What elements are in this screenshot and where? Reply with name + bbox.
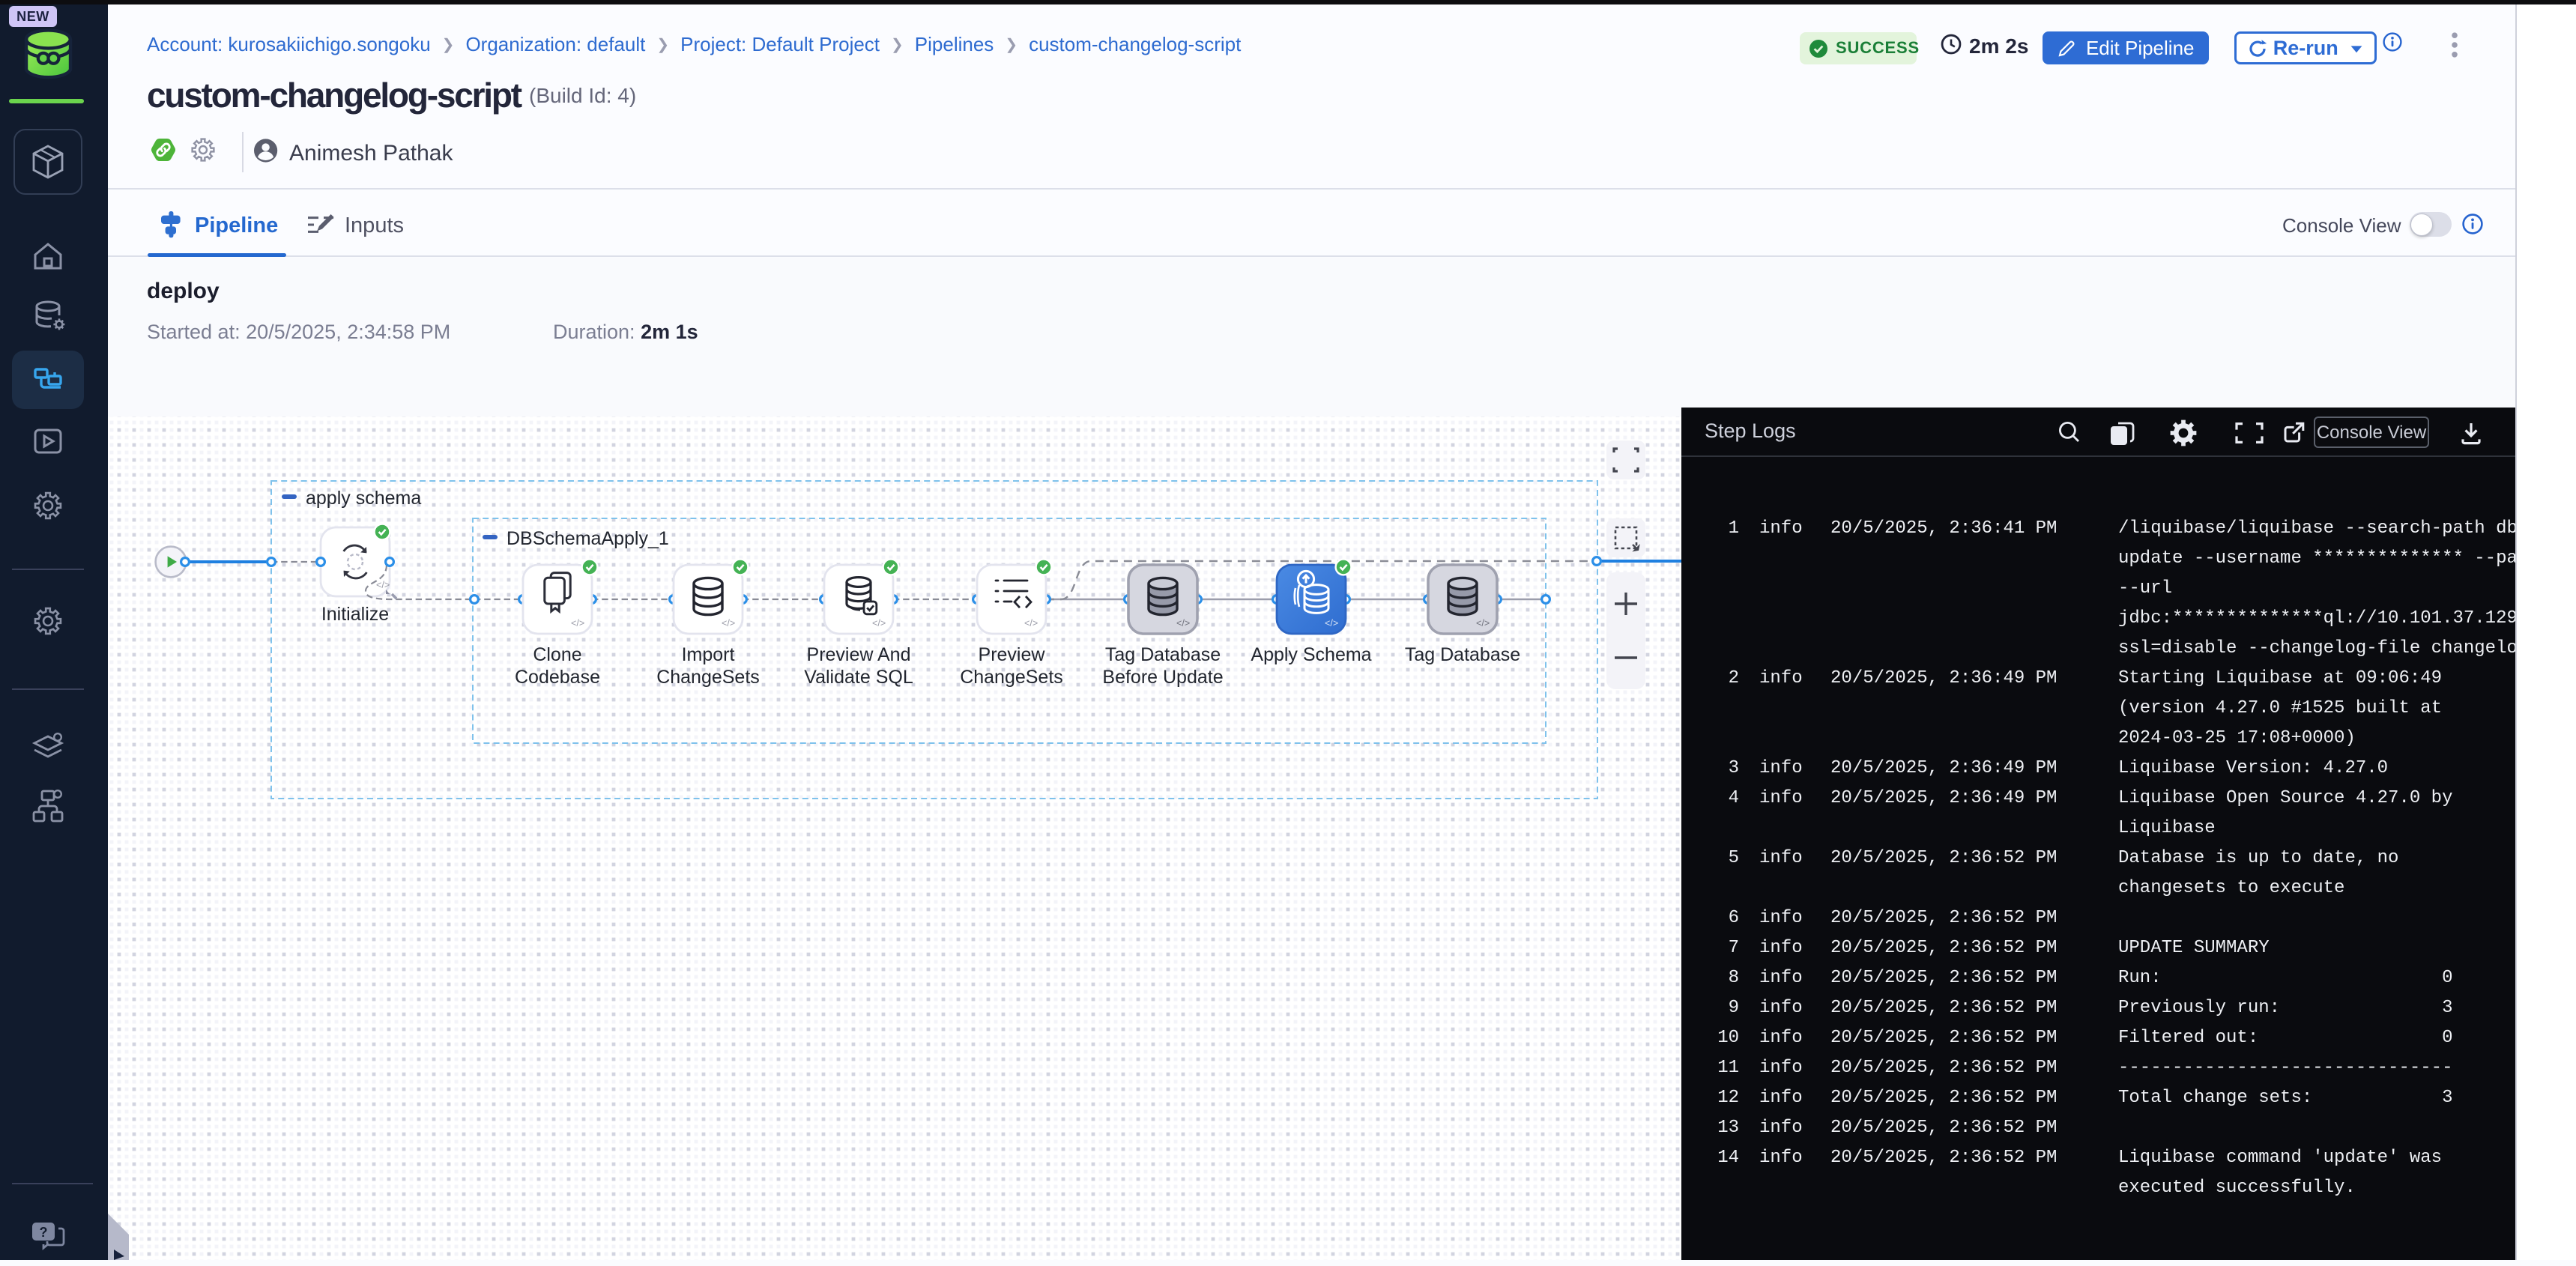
svg-text:?: ?	[40, 1225, 48, 1240]
svg-text:Tag Database: Tag Database	[1405, 644, 1520, 665]
svg-text:Validate SQL: Validate SQL	[804, 667, 913, 688]
svg-text:Import: Import	[682, 644, 735, 665]
svg-text:ChangeSets: ChangeSets	[960, 667, 1063, 688]
svg-text:apply schema: apply schema	[306, 488, 421, 509]
svg-text:Preview And: Preview And	[807, 644, 911, 665]
svg-text:</>: </>	[1176, 618, 1190, 629]
svg-text:Tag Database: Tag Database	[1105, 644, 1221, 665]
svg-text:Preview: Preview	[979, 644, 1046, 665]
svg-text:</>: </>	[722, 618, 735, 629]
svg-text:</>: </>	[1476, 618, 1490, 629]
svg-text:</>: </>	[1325, 618, 1338, 629]
svg-text:ChangeSets: ChangeSets	[656, 667, 760, 688]
svg-text:Apply Schema: Apply Schema	[1251, 644, 1371, 665]
svg-text:Clone: Clone	[533, 644, 581, 665]
svg-text:</>: </>	[1024, 618, 1038, 629]
svg-text:DBSchemaApply_1: DBSchemaApply_1	[507, 528, 669, 549]
svg-text:Codebase: Codebase	[515, 667, 600, 688]
svg-text:Initialize: Initialize	[321, 604, 389, 625]
svg-text:</>: </>	[376, 580, 390, 590]
svg-text:</>: </>	[571, 618, 584, 629]
svg-text:</>: </>	[872, 618, 886, 629]
svg-text:Before Update: Before Update	[1102, 667, 1223, 688]
